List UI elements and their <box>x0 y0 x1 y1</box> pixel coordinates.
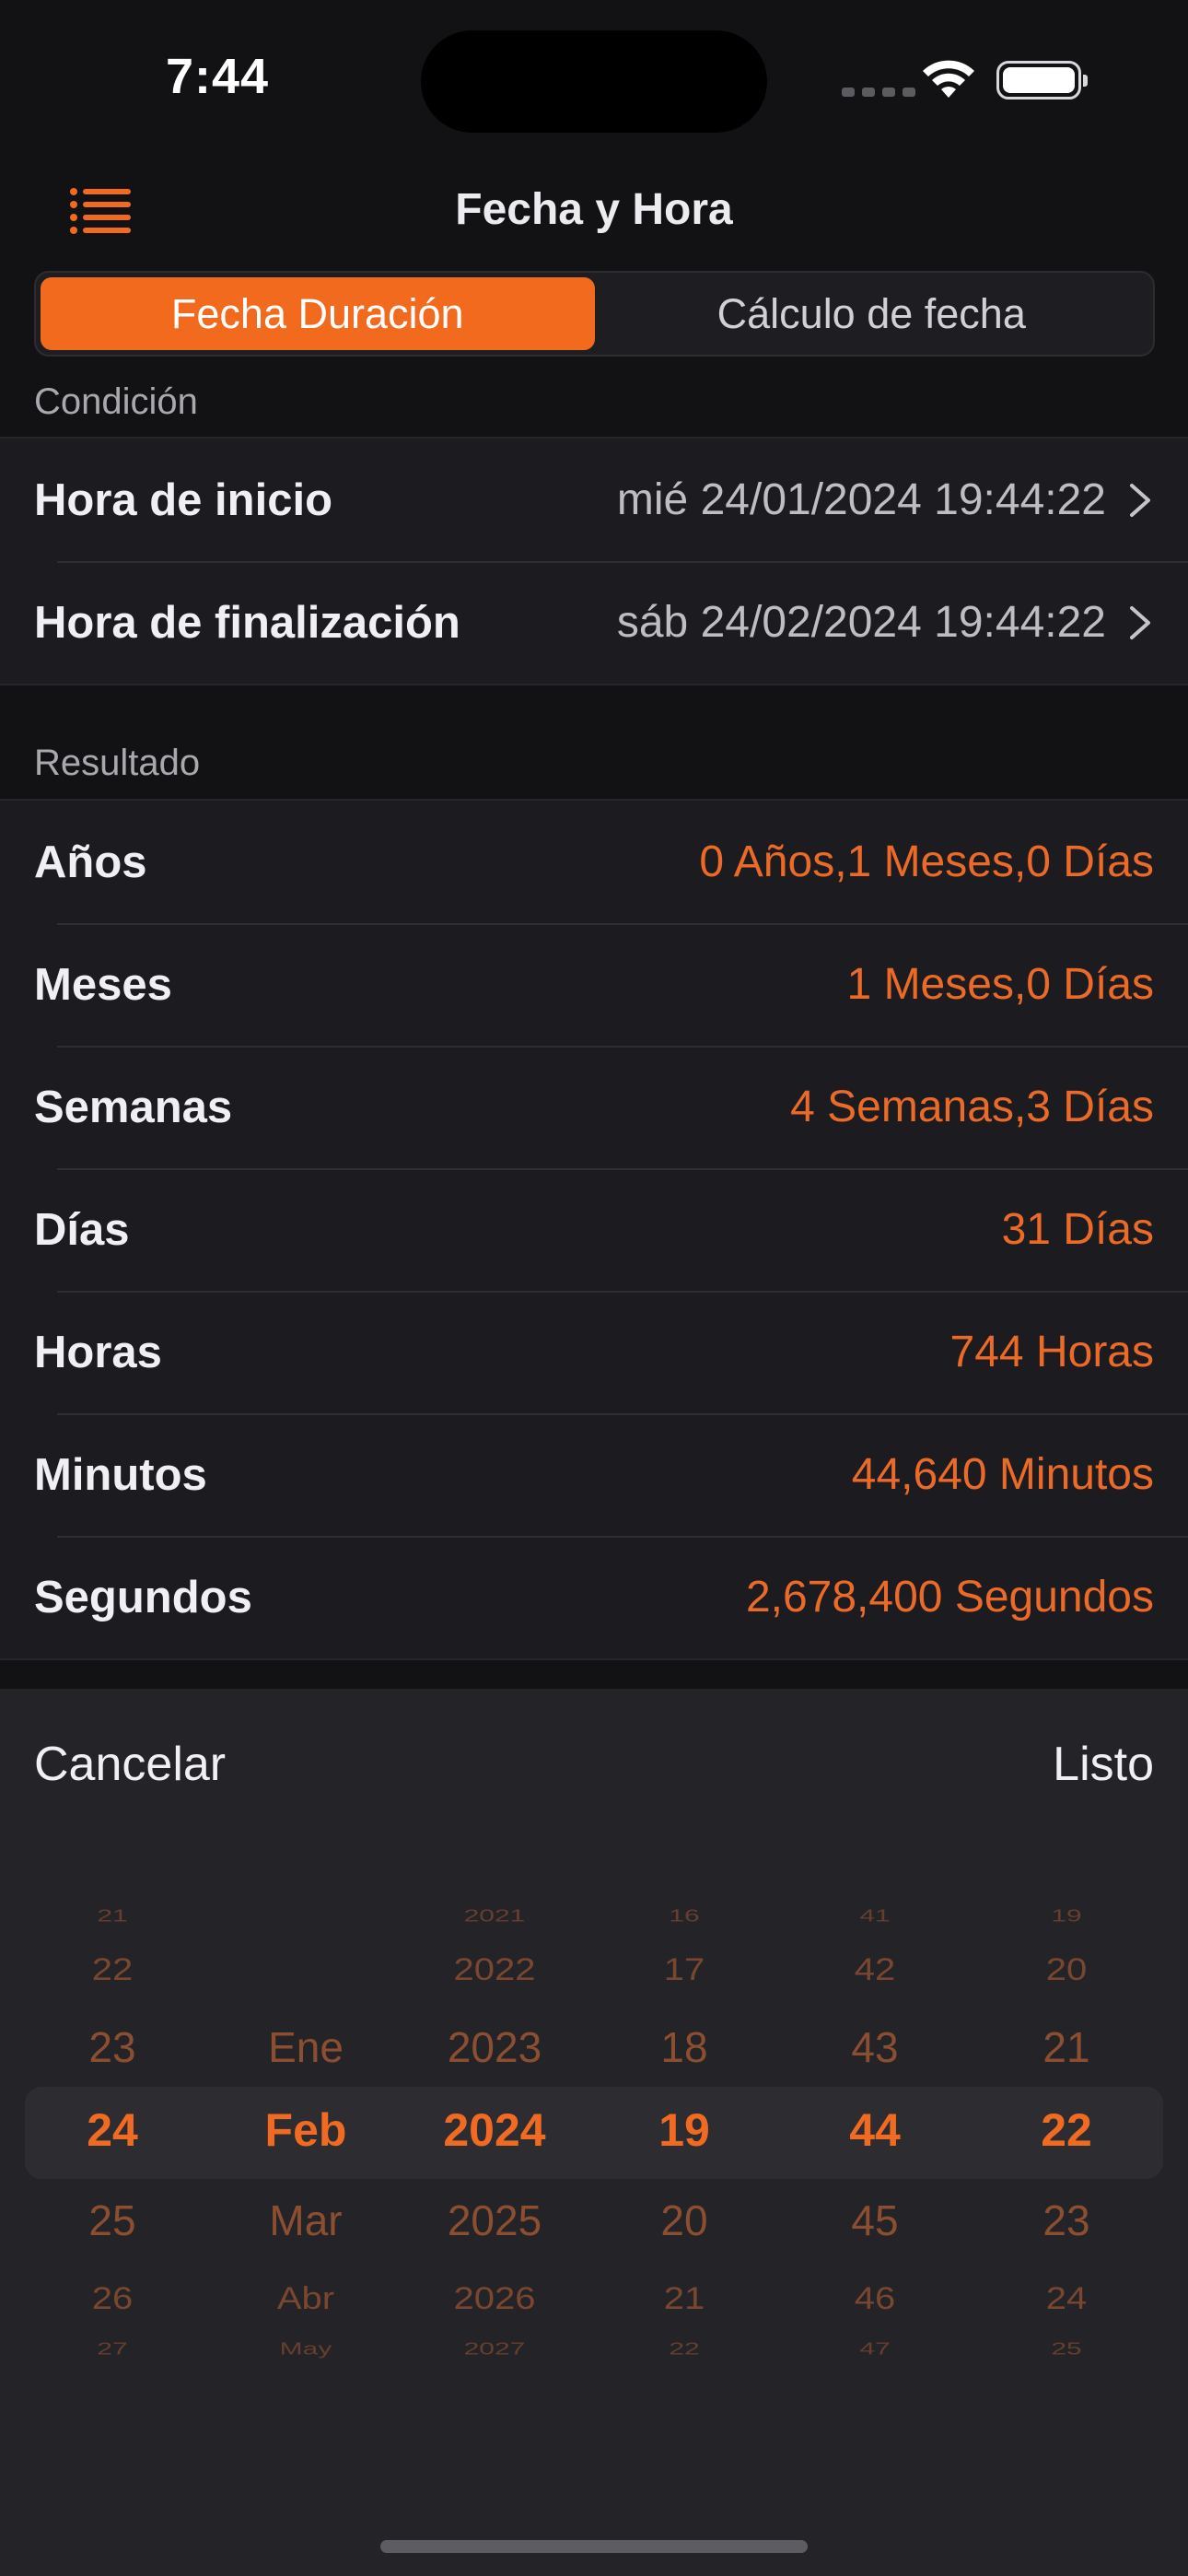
picker-selected-item: 2024 <box>443 2104 546 2156</box>
picker-item: 2027 <box>463 2339 526 2359</box>
cellular-signal-icon <box>842 88 915 97</box>
nav-bar: Fecha y Hora <box>0 164 1188 256</box>
page-title: Fecha y Hora <box>455 185 733 234</box>
section-header-condicion: Condición <box>34 381 198 422</box>
row-value: 31 Días <box>1001 1205 1154 1254</box>
picker-item: 21 <box>97 1906 128 1926</box>
segmented-control: Fecha Duración Cálculo de fecha <box>34 271 1155 357</box>
end-time-value: sáb 24/02/2024 19:44:22 <box>616 598 1106 647</box>
result-row-meses: Meses 1 Meses,0 Días <box>0 923 1188 1046</box>
picker-column-second[interactable]: 19 20 21 22 23 24 25 <box>1011 1689 1122 2576</box>
row-label: Semanas <box>34 1082 233 1132</box>
picker-item: 16 <box>669 1906 700 1926</box>
picker-column-minute[interactable]: 41 42 43 44 45 46 47 <box>820 1689 930 2576</box>
picker-item: 2026 <box>453 2281 536 2316</box>
end-time-row[interactable]: Hora de finalización sáb 24/02/2024 19:4… <box>0 561 1188 684</box>
picker-item: 41 <box>859 1906 891 1926</box>
row-label: Horas <box>34 1327 162 1377</box>
status-bar: 7:44 <box>0 0 1188 147</box>
picker-item: 18 <box>660 2023 708 2071</box>
row-label: Minutos <box>34 1449 207 1500</box>
picker-selection-highlight <box>25 2087 1163 2179</box>
tab-calculo-de-fecha[interactable]: Cálculo de fecha <box>595 277 1149 350</box>
picker-selected-item: 22 <box>1041 2104 1092 2156</box>
picker-item: 2023 <box>447 2023 542 2071</box>
row-label: Meses <box>34 959 172 1010</box>
result-row-dias: Días 31 Días <box>0 1168 1188 1291</box>
row-value: 1 Meses,0 Días <box>846 960 1154 1009</box>
start-time-row[interactable]: Hora de inicio mié 24/01/2024 19:44:22 <box>0 439 1188 561</box>
picker-selected-item: 24 <box>87 2104 138 2156</box>
picker-item: 22 <box>91 1952 134 1987</box>
picker-column-day[interactable]: 21 22 23 24 25 26 27 <box>57 1689 168 2576</box>
picker-item: 2021 <box>463 1906 526 1926</box>
row-label: Hora de finalización <box>34 597 460 648</box>
picker-item: 47 <box>859 2339 891 2359</box>
picker-item: 45 <box>851 2196 899 2244</box>
row-label: Días <box>34 1204 130 1255</box>
chevron-right-icon <box>1130 483 1150 517</box>
picker-item: 21 <box>663 2281 705 2316</box>
dynamic-island <box>421 30 767 133</box>
battery-icon <box>996 61 1088 100</box>
picker-item: 21 <box>1042 2023 1090 2071</box>
row-label: Hora de inicio <box>34 474 333 525</box>
picker-item: 46 <box>854 2281 896 2316</box>
picker-item: 20 <box>1045 1952 1088 1987</box>
result-row-minutos: Minutos 44,640 Minutos <box>0 1413 1188 1536</box>
picker-item: May <box>279 2339 332 2359</box>
picker-item: 23 <box>88 2023 136 2071</box>
picker-item: 19 <box>1051 1906 1082 1926</box>
picker-item: Mar <box>269 2196 343 2244</box>
status-time: 7:44 <box>166 49 270 104</box>
picker-item: 23 <box>1042 2196 1090 2244</box>
result-row-segundos: Segundos 2,678,400 Segundos <box>0 1536 1188 1658</box>
row-label: Segundos <box>34 1572 252 1622</box>
picker-item: 17 <box>663 1952 705 1987</box>
row-value: 2,678,400 Segundos <box>745 1573 1154 1622</box>
date-picker-sheet: Cancelar Listo 21 22 23 24 25 26 27 Ene … <box>0 1689 1188 2576</box>
result-row-semanas: Semanas 4 Semanas,3 Días <box>0 1046 1188 1168</box>
row-value: 0 Años,1 Meses,0 Días <box>699 837 1154 886</box>
result-group: Años 0 Años,1 Meses,0 Días Meses 1 Meses… <box>0 799 1188 1660</box>
picker-selected-item: 19 <box>658 2104 710 2156</box>
picker-item: 27 <box>97 2339 128 2359</box>
picker-column-year[interactable]: 2021 2022 2023 2024 2025 2026 2027 <box>416 1689 573 2576</box>
section-header-resultado: Resultado <box>34 743 201 783</box>
picker-item: 2022 <box>453 1952 536 1987</box>
row-value: 44,640 Minutos <box>851 1450 1154 1499</box>
condition-group: Hora de inicio mié 24/01/2024 19:44:22 H… <box>0 437 1188 685</box>
home-indicator[interactable] <box>380 2540 808 2553</box>
picker-item: 25 <box>1051 2339 1082 2359</box>
result-row-anos: Años 0 Años,1 Meses,0 Días <box>0 801 1188 923</box>
row-value: 4 Semanas,3 Días <box>790 1083 1154 1131</box>
picker-item: 22 <box>669 2339 700 2359</box>
chevron-right-icon <box>1130 605 1150 639</box>
picker-item: 42 <box>854 1952 896 1987</box>
picker-item: Ene <box>268 2023 344 2071</box>
picker-selected-item: Feb <box>264 2104 347 2156</box>
picker-column-hour[interactable]: 16 17 18 19 20 21 22 <box>629 1689 740 2576</box>
result-row-horas: Horas 744 Horas <box>0 1291 1188 1413</box>
picker-item: Abr <box>276 2281 335 2316</box>
row-label: Años <box>34 837 147 887</box>
picker-item: 43 <box>851 2023 899 2071</box>
wifi-icon <box>923 60 974 98</box>
row-value: 744 Horas <box>949 1328 1154 1376</box>
picker-selected-item: 44 <box>849 2104 901 2156</box>
tab-fecha-duracion[interactable]: Fecha Duración <box>41 277 595 350</box>
picker-item: 2025 <box>447 2196 542 2244</box>
start-time-value: mié 24/01/2024 19:44:22 <box>616 475 1106 524</box>
screen: 7:44 Fecha y Hora Fecha Duración Cálculo… <box>0 0 1188 2576</box>
picker-column-month[interactable]: Ene Feb Mar Abr May <box>241 1689 370 2576</box>
picker-item: 20 <box>660 2196 708 2244</box>
picker-item: 25 <box>88 2196 136 2244</box>
picker-item: 26 <box>91 2281 134 2316</box>
picker-item: 24 <box>1045 2281 1088 2316</box>
